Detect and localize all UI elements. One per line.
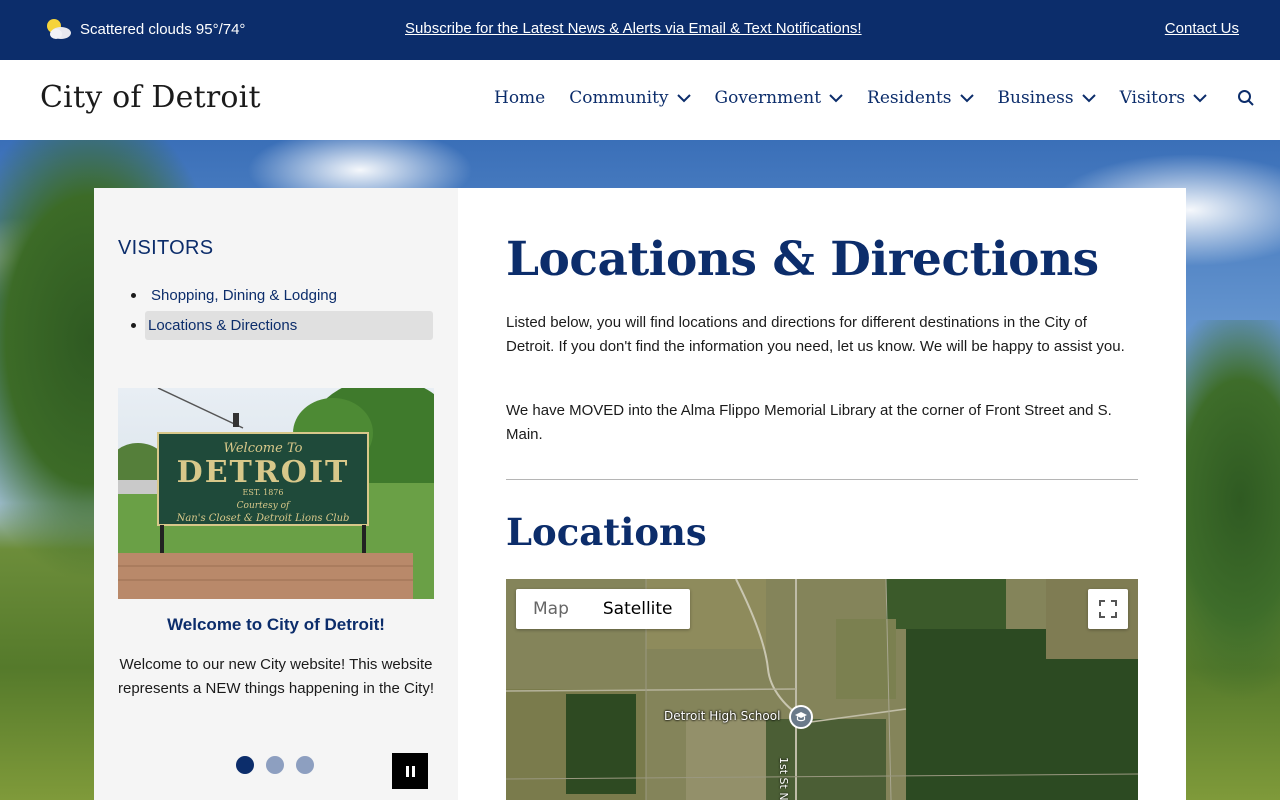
nav-residents[interactable]: Residents bbox=[867, 88, 974, 108]
nav-business-label: Business bbox=[997, 88, 1074, 108]
school-icon[interactable] bbox=[789, 705, 813, 729]
satellite-view-button[interactable]: Satellite bbox=[586, 589, 690, 629]
intro-paragraph: Listed below, you will find locations an… bbox=[506, 314, 1125, 355]
nav-business[interactable]: Business bbox=[998, 88, 1096, 108]
sign-line3: EST. 1876 bbox=[243, 488, 284, 497]
sidebar: VISITORS Shopping, Dining & Lodging Loca… bbox=[94, 188, 458, 800]
slide-dots bbox=[236, 756, 314, 774]
nav-visitors[interactable]: Visitors bbox=[1120, 88, 1208, 108]
nav-visitors-label: Visitors bbox=[1119, 88, 1186, 108]
nav-community-label: Community bbox=[569, 88, 669, 108]
site-header: City of Detroit Home Community Governmen… bbox=[0, 60, 1280, 140]
subscribe-link[interactable]: Subscribe for the Latest News & Alerts v… bbox=[405, 20, 862, 37]
pause-icon bbox=[405, 765, 409, 777]
map-view-button[interactable]: Map bbox=[516, 589, 586, 629]
nav-community[interactable]: Community bbox=[569, 88, 691, 108]
sidebar-link-locations[interactable]: Locations & Directions bbox=[145, 310, 433, 340]
google-map[interactable]: Map Satellite Detroit High School 1st St… bbox=[506, 579, 1138, 800]
main-content: Locations & Directions Listed below, you… bbox=[458, 188, 1186, 800]
chevron-down-icon bbox=[1081, 94, 1096, 103]
top-bar: Scattered clouds 95°/74° Subscribe for t… bbox=[0, 0, 1280, 60]
graduation-cap-icon bbox=[795, 712, 807, 722]
nav-home[interactable]: Home bbox=[494, 88, 545, 108]
sidebar-link-shopping[interactable]: Shopping, Dining & Lodging bbox=[148, 281, 340, 310]
sign-line1: Welcome To bbox=[224, 441, 303, 456]
weather-text: Scattered clouds 95°/74° bbox=[80, 20, 246, 38]
search-icon[interactable] bbox=[1237, 89, 1255, 107]
nav-residents-label: Residents bbox=[867, 88, 952, 108]
slide-dot-3[interactable] bbox=[296, 756, 314, 774]
sidebar-item-locations: Locations & Directions bbox=[118, 310, 436, 340]
nav-home-label: Home bbox=[494, 88, 546, 108]
slide-dot-1[interactable] bbox=[236, 756, 254, 774]
slide-photo: Welcome To DETROIT EST. 1876 Courtesy of… bbox=[118, 388, 434, 599]
sign-line4: Courtesy of bbox=[237, 501, 291, 511]
chevron-down-icon bbox=[959, 94, 974, 103]
fullscreen-icon bbox=[1099, 600, 1117, 618]
page-title: Locations & Directions bbox=[506, 232, 1099, 287]
chevron-down-icon bbox=[1193, 94, 1207, 103]
slide-title: Welcome to City of Detroit! bbox=[167, 615, 385, 634]
slide-text: Welcome to our new City website! This we… bbox=[118, 656, 435, 697]
chevron-down-icon bbox=[676, 94, 691, 103]
site-logo-title[interactable]: City of Detroit bbox=[40, 80, 261, 115]
moved-paragraph: We have MOVED into the Alma Flippo Memor… bbox=[506, 402, 1112, 443]
chevron-down-icon bbox=[829, 94, 843, 103]
sidebar-heading: VISITORS bbox=[118, 237, 214, 259]
slide-dot-2[interactable] bbox=[266, 756, 284, 774]
partly-cloudy-icon bbox=[47, 19, 71, 39]
nav-government-label: Government bbox=[714, 88, 822, 108]
fullscreen-button[interactable] bbox=[1088, 589, 1128, 629]
sidebar-item-shopping: Shopping, Dining & Lodging bbox=[118, 280, 436, 310]
sign-line5: Nan's Closet & Detroit Lions Club bbox=[176, 513, 350, 524]
map-street-label: 1st St NW bbox=[777, 757, 790, 800]
contact-us-link[interactable]: Contact Us bbox=[1165, 20, 1239, 37]
nav-government[interactable]: Government bbox=[715, 88, 844, 108]
sign-line2: DETROIT bbox=[177, 455, 350, 490]
divider bbox=[506, 479, 1138, 480]
pause-icon-bar bbox=[411, 765, 415, 777]
main-nav: Home Community Government Residents Busi… bbox=[494, 88, 1255, 108]
map-type-toggle: Map Satellite bbox=[516, 589, 690, 629]
weather-widget: Scattered clouds 95°/74° bbox=[44, 17, 245, 41]
section-title-locations: Locations bbox=[506, 510, 707, 554]
welcome-sign-photo: Welcome To DETROIT EST. 1876 Courtesy of… bbox=[118, 388, 434, 599]
sidebar-menu: Shopping, Dining & Lodging Locations & D… bbox=[118, 280, 436, 340]
map-place-label: Detroit High School bbox=[664, 709, 781, 723]
pause-button[interactable] bbox=[392, 753, 428, 789]
